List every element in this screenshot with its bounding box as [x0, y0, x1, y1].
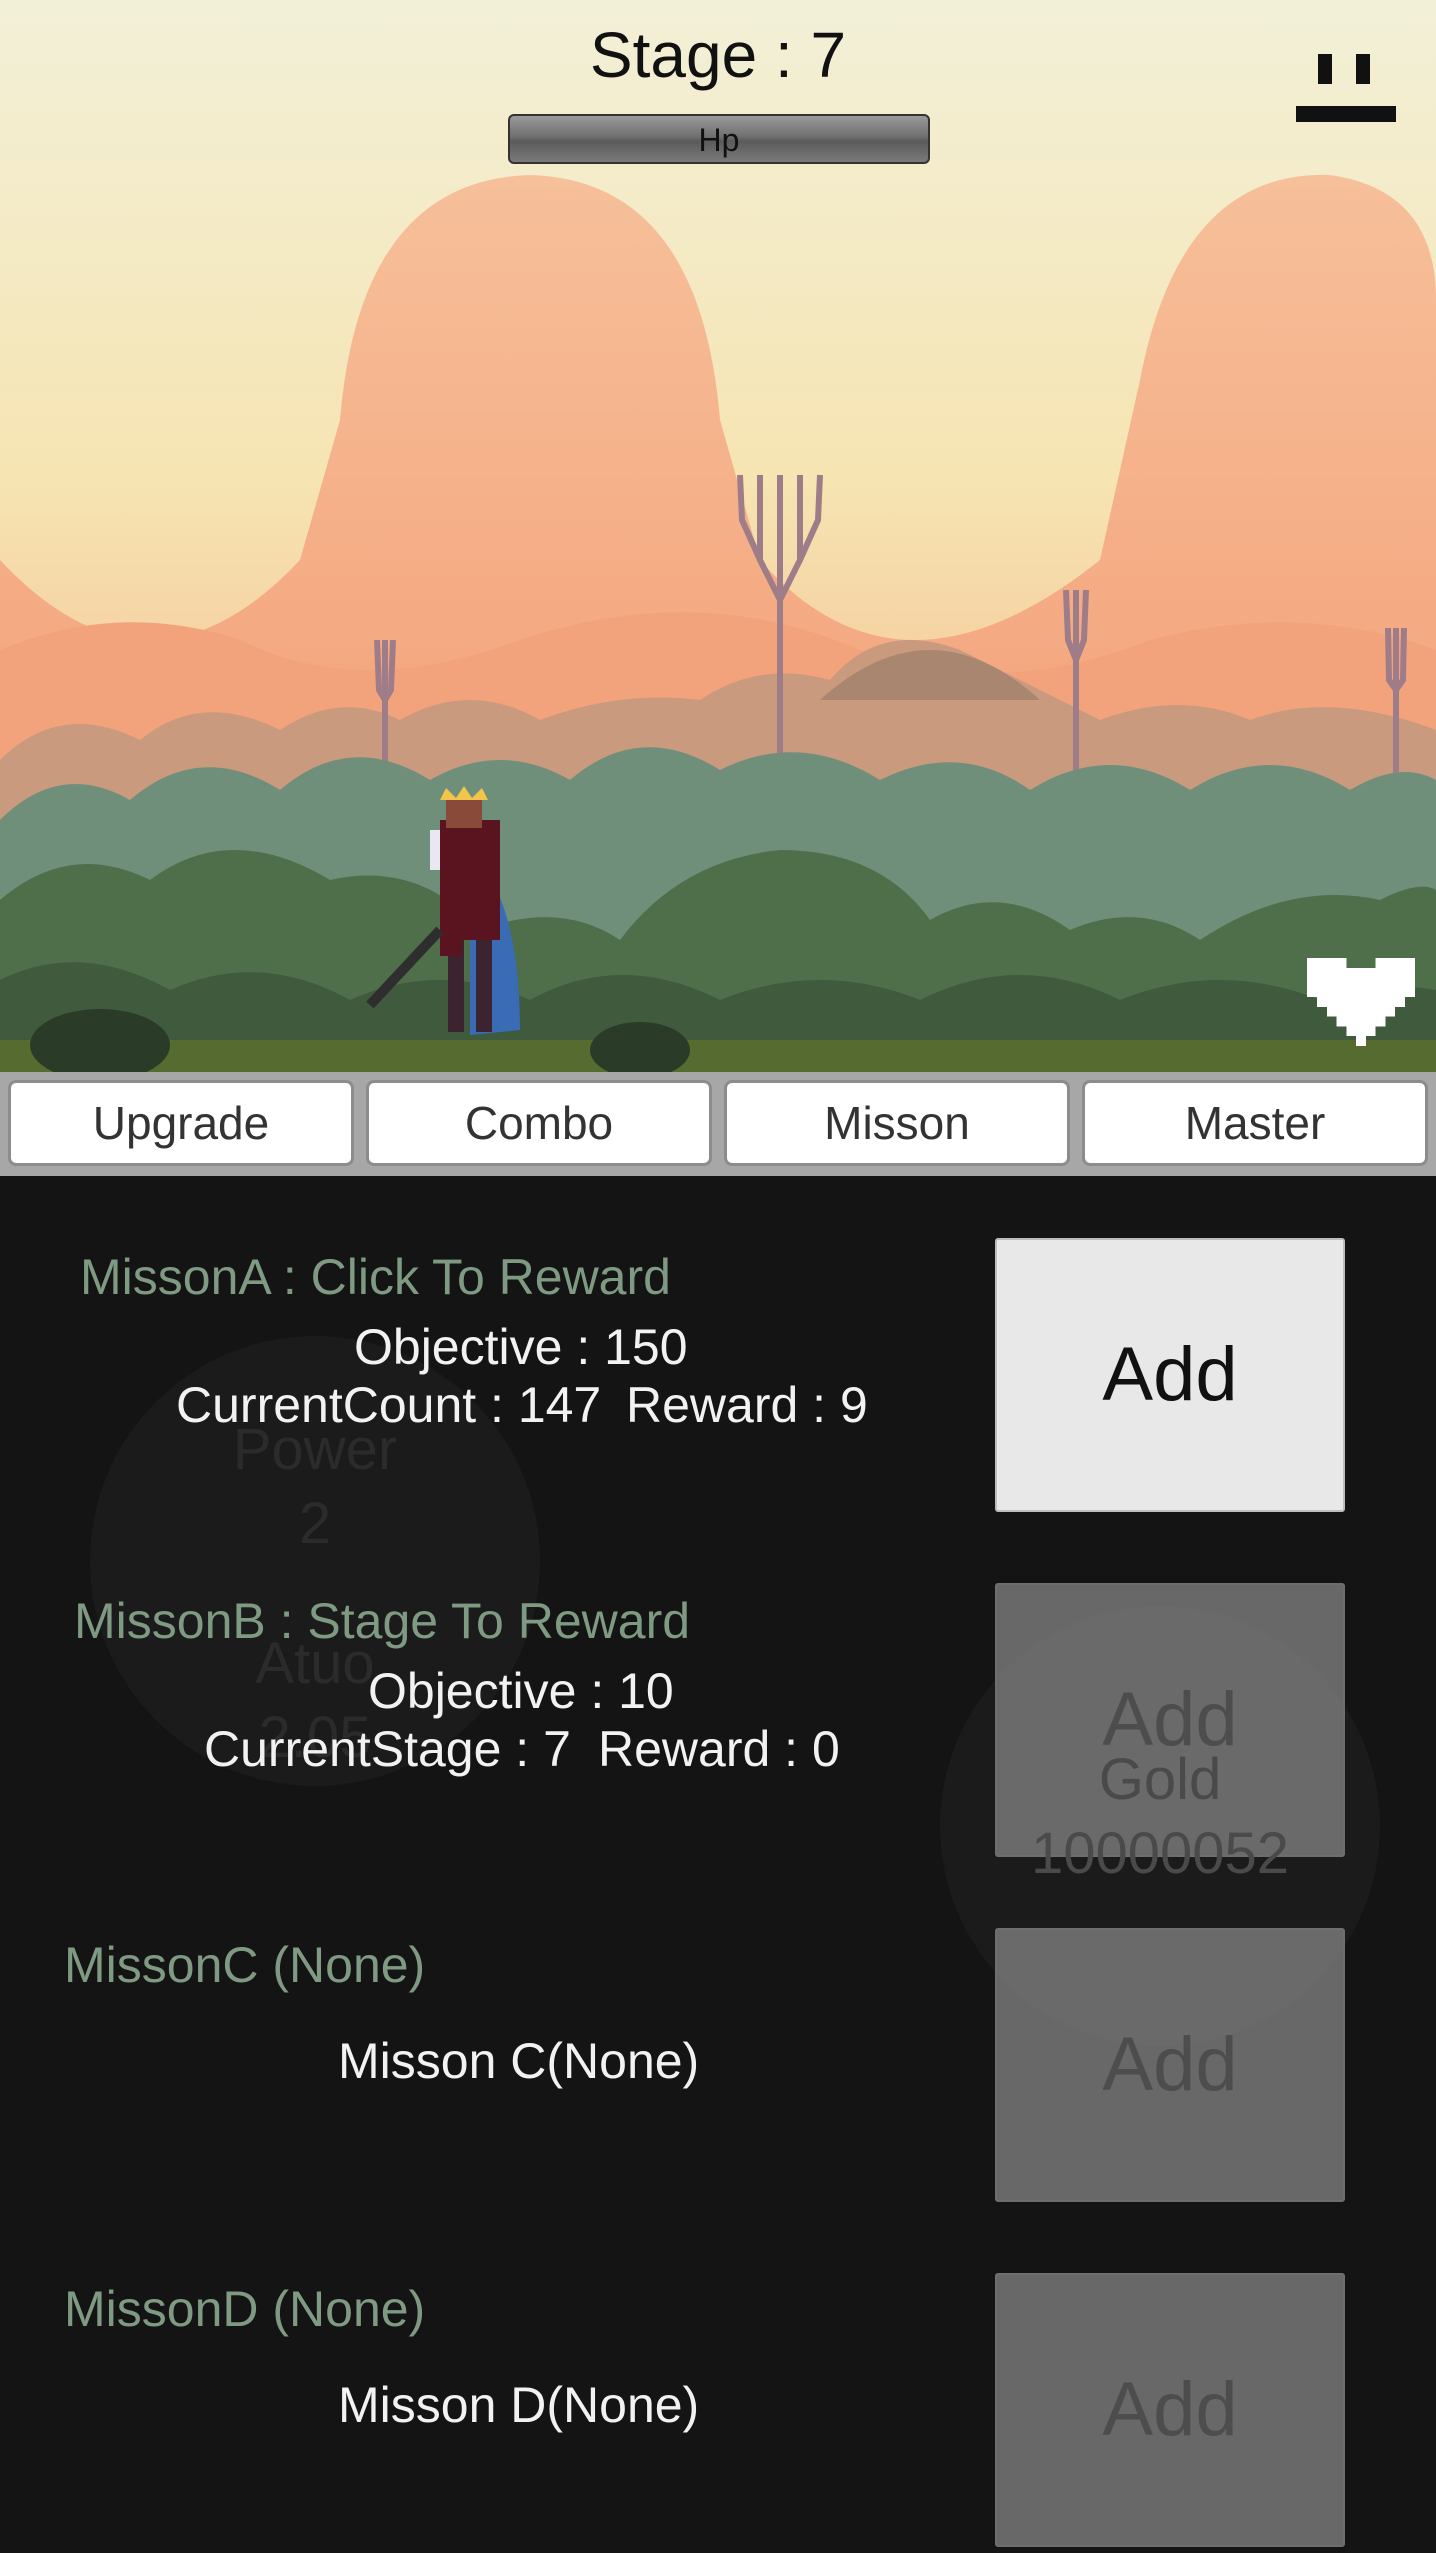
mission-d-body: Misson D(None)	[338, 2377, 700, 2433]
mission-c-title: MissonC (None)	[64, 1937, 426, 1993]
mission-b-title: MissonB : Stage To Reward	[74, 1593, 691, 1649]
hp-label: Hp	[698, 122, 740, 158]
mission-panel: Power 2 Atuo 2.05 Gold 10000052 MissonA …	[0, 1176, 1436, 2553]
heart-button[interactable]	[1306, 958, 1416, 1046]
mission-a-current: CurrentCount : 147	[176, 1377, 602, 1433]
tab-master[interactable]: Master	[1082, 1080, 1428, 1166]
tab-misson[interactable]: Misson	[724, 1080, 1070, 1166]
gold-value: 10000052	[1030, 1821, 1290, 1886]
mission-b-reward: Reward : 0	[598, 1721, 840, 1777]
mission-c-body: Misson C(None)	[338, 2033, 700, 2089]
mission-b-current: CurrentStage : 7	[204, 1721, 571, 1777]
heart-icon	[1307, 958, 1415, 1046]
mission-a-objective: Objective : 150	[354, 1319, 688, 1375]
mission-b-add-button[interactable]: Add	[995, 1583, 1345, 1857]
mission-a-title: MissonA : Click To Reward	[80, 1249, 671, 1305]
mission-a-reward: Reward : 9	[626, 1377, 868, 1433]
mission-a-add-button[interactable]: Add	[995, 1238, 1345, 1512]
hp-bar: Hp	[508, 114, 930, 164]
stage-title: Stage : 7	[589, 19, 847, 91]
tab-combo[interactable]: Combo	[366, 1080, 712, 1166]
mission-d-add-button[interactable]: Add	[995, 2273, 1345, 2547]
gold-label: Gold	[1098, 1747, 1222, 1812]
mission-b-objective: Objective : 10	[368, 1663, 674, 1719]
tab-bar: Upgrade Combo Misson Master	[0, 1072, 1436, 1176]
mission-c-add-button[interactable]: Add	[995, 1928, 1345, 2202]
game-scene[interactable]: Stage : 7 Hp	[0, 0, 1436, 1072]
mission-d-title: MissonD (None)	[64, 2281, 426, 2337]
pause-button[interactable]	[1296, 50, 1396, 122]
power-value: 2	[298, 1491, 332, 1556]
tab-upgrade[interactable]: Upgrade	[8, 1080, 354, 1166]
